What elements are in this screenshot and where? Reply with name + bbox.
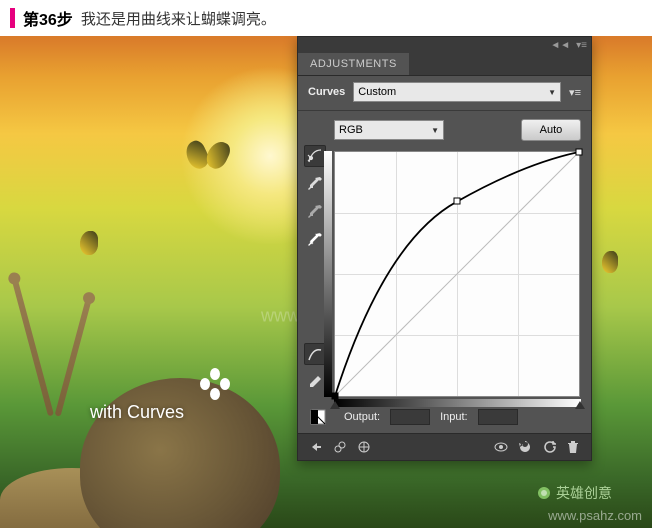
image-canvas: with Curves www.psahz.com 英雄创意 www.psahz… (0, 36, 652, 528)
clip-to-layer-icon[interactable] (354, 438, 374, 456)
output-gradient (324, 151, 332, 397)
panel-topbar: ◄◄ ▾≡ (298, 37, 591, 53)
target-adjust-tool[interactable] (304, 145, 326, 167)
curves-tools (304, 145, 326, 393)
chevron-down-icon: ▼ (548, 88, 556, 97)
auto-button[interactable]: Auto (521, 119, 581, 141)
pencil-tool[interactable] (304, 371, 326, 393)
previous-state-icon[interactable] (515, 438, 535, 456)
input-gradient (334, 399, 581, 407)
step-description: 我还是用曲线来让蝴蝶调亮。 (81, 8, 276, 29)
curves-graph[interactable] (334, 151, 581, 397)
output-value[interactable] (390, 409, 430, 425)
butterfly-icon (185, 141, 230, 176)
tutorial-header: 第36步 我还是用曲线来让蝴蝶调亮。 (0, 0, 652, 36)
eyedropper-gray-tool[interactable] (304, 201, 326, 223)
panel-tabs: ADJUSTMENTS (298, 53, 591, 76)
black-point-slider[interactable] (330, 401, 340, 411)
panel-flyout-icon[interactable]: ▾≡ (569, 86, 581, 99)
butterfly-icon (602, 251, 637, 279)
watermark-bottom: www.psahz.com (548, 508, 642, 523)
curves-label: Curves (308, 86, 345, 98)
tab-adjustments[interactable]: ADJUSTMENTS (298, 53, 409, 75)
panel-menu-icon[interactable]: ▾≡ (576, 40, 587, 51)
input-value[interactable] (478, 409, 518, 425)
return-to-list-icon[interactable] (306, 438, 326, 456)
preset-value: Custom (358, 86, 396, 98)
step-number: 第36步 (23, 6, 73, 30)
eyedropper-white-tool[interactable] (304, 229, 326, 251)
brand-text: 英雄创意 (556, 483, 612, 503)
curve-point[interactable] (454, 197, 461, 204)
channel-row: RGB ▼ Auto (298, 113, 591, 147)
reset-icon[interactable] (539, 438, 559, 456)
caption-text: with Curves (90, 402, 184, 423)
expand-view-icon[interactable] (330, 438, 350, 456)
adjustments-panel: ◄◄ ▾≡ ADJUSTMENTS Curves Custom ▼ ▾≡ (297, 36, 592, 461)
panel-footer (298, 433, 591, 460)
accent-bar (10, 8, 15, 28)
preset-dropdown[interactable]: Custom ▼ (353, 82, 561, 102)
flower-graphic (200, 368, 230, 398)
input-label: Input: (440, 411, 468, 423)
channel-dropdown[interactable]: RGB ▼ (334, 120, 444, 140)
visibility-icon[interactable] (491, 438, 511, 456)
channel-value: RGB (339, 124, 363, 136)
brand-badge: 英雄创意 (536, 483, 612, 503)
preset-row: Curves Custom ▼ ▾≡ (298, 76, 591, 108)
clip-indicator-icon[interactable] (308, 407, 328, 427)
white-point-slider[interactable] (575, 401, 585, 411)
chevron-down-icon: ▼ (431, 126, 439, 135)
butterfly-icon (80, 231, 120, 261)
trash-icon[interactable] (563, 438, 583, 456)
curve-point[interactable] (576, 149, 583, 156)
curve-edit-tool[interactable] (304, 343, 326, 365)
collapse-icon[interactable]: ◄◄ (550, 40, 570, 51)
output-label: Output: (344, 411, 380, 423)
eyedropper-black-tool[interactable] (304, 173, 326, 195)
